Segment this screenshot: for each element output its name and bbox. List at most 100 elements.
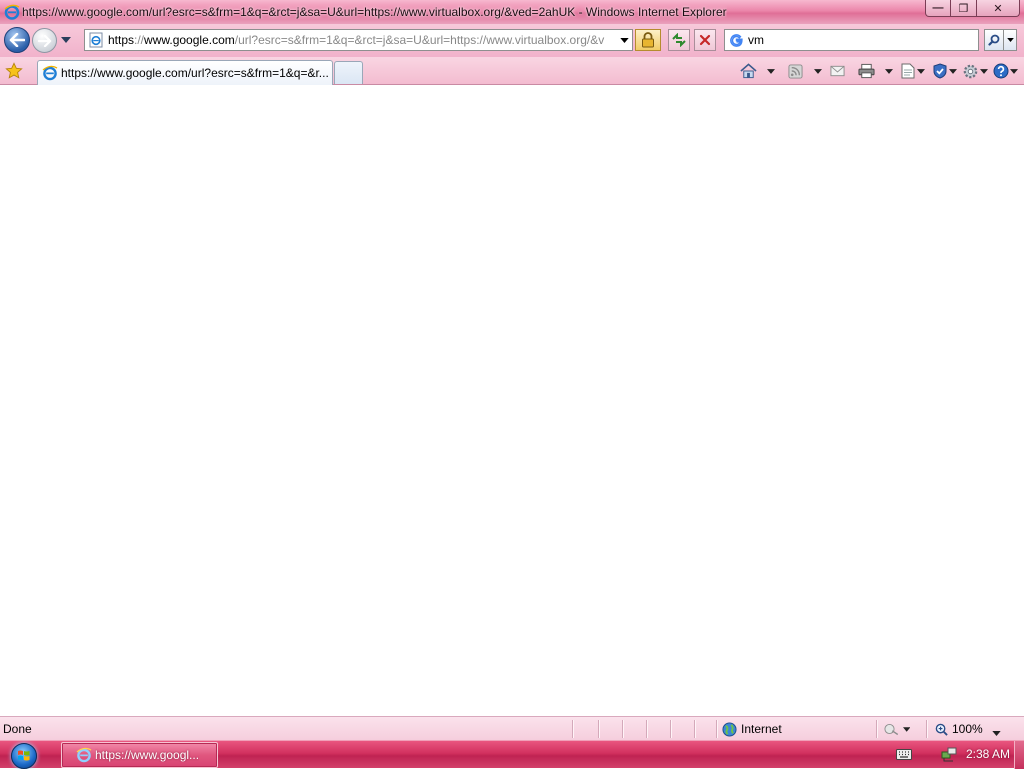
search-input[interactable] [748,31,978,49]
taskbar-ie-button[interactable]: https://www.googl... [61,742,218,768]
search-options-dropdown[interactable] [1004,29,1017,51]
window-controls: — ❐ ✕ [925,0,1020,18]
page-content[interactable] [0,85,1024,716]
recent-pages-dropdown[interactable] [60,35,72,45]
feeds-icon [787,63,803,79]
security-report-button[interactable] [635,29,661,51]
internet-explorer-icon [76,747,92,763]
safety-shield-icon [933,63,946,79]
chevron-down-icon [980,68,988,74]
google-icon [729,33,743,47]
close-button[interactable]: ✕ [977,0,1020,17]
status-divider [622,720,623,738]
start-button[interactable] [6,742,42,769]
address-url[interactable]: https://www.google.com/url?esrc=s&frm=1&… [108,33,616,47]
taskbar-button-label: https://www.googl... [95,748,200,762]
tab-bar: https://www.google.com/url?esrc=s&frm=1&… [0,57,1024,85]
help-icon [993,63,1008,79]
status-divider [716,720,717,738]
url-host: www.google.com [144,33,235,47]
zoom-dropdown[interactable] [992,725,1001,739]
chevron-down-icon [767,68,775,74]
chevron-down-icon [916,68,925,74]
status-divider [876,720,877,738]
new-tab-button[interactable] [334,61,363,84]
forward-arrow-icon [37,34,51,47]
tab-label: https://www.google.com/url?esrc=s&frm=1&… [61,66,329,80]
refresh-button[interactable] [668,29,690,51]
address-dropdown[interactable] [616,30,632,50]
status-divider [670,720,671,738]
windows-logo-icon [11,742,37,769]
maximize-button[interactable]: ❐ [951,0,977,17]
globe-icon [722,721,737,737]
address-bar[interactable]: https://www.google.com/url?esrc=s&frm=1&… [84,29,633,51]
chevron-down-icon [61,37,71,43]
status-divider [598,720,599,738]
chevron-down-icon [902,726,910,732]
help-menu-button[interactable] [991,62,1019,80]
security-zone[interactable]: Internet [722,720,782,738]
print-dropdown[interactable] [885,67,893,75]
internet-explorer-icon [42,65,58,81]
taskbar: https://www.googl... 2:38 AM [0,740,1024,769]
zone-label: Internet [741,722,782,736]
stop-icon [699,34,711,46]
back-button[interactable] [4,27,30,53]
tab-current[interactable]: https://www.google.com/url?esrc=s&frm=1&… [37,60,333,85]
print-icon [857,63,875,79]
navigation-bar: https://www.google.com/url?esrc=s&frm=1&… [0,24,1024,57]
chevron-down-icon [814,68,822,74]
status-divider [694,720,695,738]
status-bar: Done Internet 100% [0,716,1024,740]
internet-explorer-icon [4,4,20,20]
back-arrow-icon [9,33,25,47]
protected-mode-button[interactable] [884,721,910,737]
zoom-icon [935,723,948,736]
chevron-down-icon [992,731,1001,736]
chevron-down-icon [1006,38,1014,42]
forward-button[interactable] [32,28,57,53]
read-mail-icon [829,65,845,77]
home-dropdown[interactable] [767,67,775,75]
page-icon [901,63,914,79]
tools-menu-button[interactable] [961,62,989,80]
zoom-level: 100% [952,722,983,736]
window-title: https://www.google.com/url?esrc=s&frm=1&… [22,5,727,19]
keyboard-icon[interactable] [896,747,912,761]
home-button[interactable] [738,62,758,80]
search-button[interactable] [984,29,1004,51]
feeds-dropdown[interactable] [814,67,822,75]
status-divider [646,720,647,738]
read-mail-button[interactable] [828,62,846,80]
favorites-star-icon [5,62,23,79]
stop-button[interactable] [694,29,716,51]
feeds-button[interactable] [786,62,804,80]
favorites-center-button[interactable] [4,61,24,81]
status-divider [572,720,573,738]
minimize-button[interactable]: — [925,0,951,17]
network-icon[interactable] [941,746,957,762]
print-button[interactable] [856,62,876,80]
gear-icon [963,64,978,78]
chevron-down-icon [948,68,957,74]
url-path: /url?esrc=s&frm=1&q=&rct=j&sa=U&url=http… [234,33,605,47]
chevron-down-icon [619,37,629,43]
protected-mode-icon [884,723,899,736]
url-scheme: https [108,33,135,47]
page-menu-button[interactable] [899,62,925,80]
status-text: Done [3,722,32,736]
title-bar[interactable]: https://www.google.com/url?esrc=s&frm=1&… [0,0,1024,24]
system-clock[interactable]: 2:38 AM [966,747,1010,761]
status-divider [926,720,927,738]
chevron-down-icon [885,68,893,74]
zoom-button[interactable]: 100% [935,720,983,738]
refresh-icon [672,33,686,47]
search-icon [988,34,1000,46]
show-desktop-button[interactable] [1014,741,1024,769]
safety-menu-button[interactable] [931,62,957,80]
search-box[interactable] [724,29,979,51]
lock-icon [642,32,654,48]
chevron-down-icon [1009,68,1018,74]
home-icon [739,63,757,79]
